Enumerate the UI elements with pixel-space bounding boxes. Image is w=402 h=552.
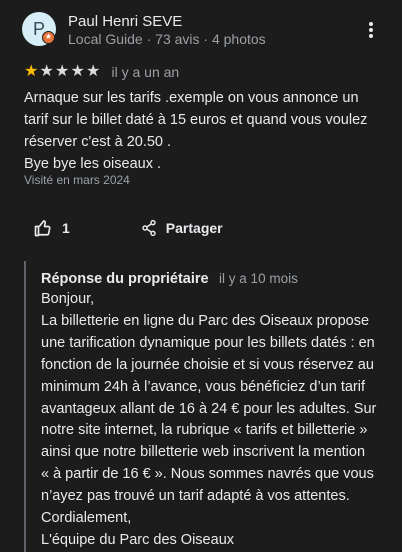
- visited-date: Visité en mars 2024: [24, 173, 130, 187]
- text-line: « à partir de 16 € ». Nous sommes navrés…: [41, 466, 374, 483]
- owner-reply-title: Réponse du propriétaire: [41, 271, 209, 287]
- text-line: ainsi que notre billetterie web inscrive…: [41, 444, 366, 461]
- star-empty-icon: ★: [39, 63, 54, 80]
- like-count: 1: [62, 220, 70, 236]
- review-actions: 1 Partager: [34, 216, 223, 240]
- star-filled-icon: ★: [24, 63, 39, 80]
- reviewer-name[interactable]: Paul Henri SEVE: [68, 13, 182, 30]
- local-guide-badge-icon: ★: [42, 31, 55, 44]
- text-line: Arnaque sur les tarifs .exemple on vous …: [24, 90, 359, 106]
- text-line: L'équipe du Parc des Oiseaux: [41, 531, 235, 548]
- thumbs-up-icon: [34, 220, 51, 237]
- text-line: réserver c'est à 20.50 .: [24, 134, 172, 150]
- review-header: P ★ Paul Henri SEVE Local Guide · 73 avi…: [22, 12, 382, 52]
- star-empty-icon: ★: [70, 63, 85, 80]
- review-text: Arnaque sur les tarifs .exemple on vous …: [24, 87, 374, 175]
- text-line: Bonjour,: [41, 291, 95, 307]
- review-date: il y a un an: [111, 64, 180, 80]
- owner-reply-date: il y a 10 mois: [219, 271, 298, 286]
- text-line: notre site internet, la rubrique « tarif…: [41, 422, 368, 439]
- text-line: fonction de la journée choisie et si vou…: [41, 356, 374, 373]
- rating-row: ★ ★ ★ ★ ★ il y a un an: [24, 63, 179, 81]
- text-line: minimum 24h à l’avance, vous bénéficiez …: [41, 378, 365, 395]
- more-options-icon[interactable]: [368, 22, 374, 40]
- text-line: tarif sur le billet daté à 15 euros et q…: [24, 112, 368, 128]
- reviewer-meta: Local Guide · 73 avis · 4 photos: [68, 31, 266, 47]
- text-line: La billetterie en ligne du Parc des Oise…: [41, 312, 370, 329]
- share-label: Partager: [165, 220, 223, 236]
- star-rating: ★ ★ ★ ★ ★: [24, 63, 102, 81]
- share-button[interactable]: Partager: [141, 219, 223, 237]
- text-line: une tarification dynamique pour les bill…: [41, 334, 375, 351]
- owner-reply-text: Bonjour, La billetterie en ligne du Parc …: [41, 289, 384, 552]
- share-icon: [142, 219, 156, 237]
- owner-reply-header: Réponse du propriétaire il y a 10 mois: [41, 270, 384, 290]
- star-empty-icon: ★: [55, 63, 70, 80]
- text-line: Cordialement,: [41, 510, 132, 527]
- text-line: Bye bye les oiseaux .: [24, 156, 162, 172]
- owner-reply: Réponse du propriétaire il y a 10 mois B…: [24, 261, 384, 552]
- text-line: n’ayez pas trouvé un tarif adapté à vos …: [41, 488, 350, 505]
- star-empty-icon: ★: [86, 63, 101, 80]
- like-button[interactable]: 1: [34, 219, 70, 237]
- text-line: avantageux allant de 16 à 24 € pour les …: [41, 400, 377, 417]
